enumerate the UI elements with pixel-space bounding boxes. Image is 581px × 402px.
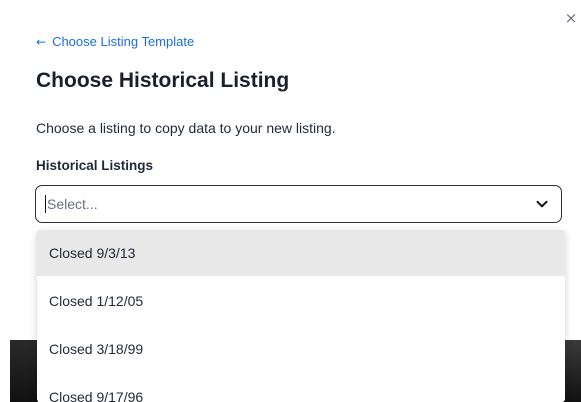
dropdown-option[interactable]: Closed 9/3/13 (37, 230, 565, 276)
back-link-label: Choose Listing Template (52, 34, 195, 49)
dropdown-option[interactable]: Closed 3/18/99 (37, 326, 565, 372)
arrow-left-icon: ← (36, 34, 47, 49)
chevron-down-icon[interactable] (535, 197, 549, 211)
historical-listings-label: Historical Listings (36, 158, 154, 173)
text-cursor (45, 195, 46, 213)
modal-title: Choose Historical Listing (36, 69, 290, 92)
select-placeholder: Select... (47, 196, 98, 212)
listings-dropdown-menu: Closed 9/3/13 Closed 1/12/05 Closed 3/18… (37, 230, 565, 402)
dropdown-option[interactable]: Closed 9/17/96 (37, 374, 565, 402)
background-image-left (10, 340, 38, 402)
historical-listings-select[interactable]: Select... (35, 185, 562, 223)
back-link[interactable]: ← Choose Listing Template (36, 34, 194, 49)
close-icon[interactable]: × (563, 10, 579, 26)
modal-description: Choose a listing to copy data to your ne… (36, 120, 336, 136)
dropdown-option[interactable]: Closed 1/12/05 (37, 278, 565, 324)
